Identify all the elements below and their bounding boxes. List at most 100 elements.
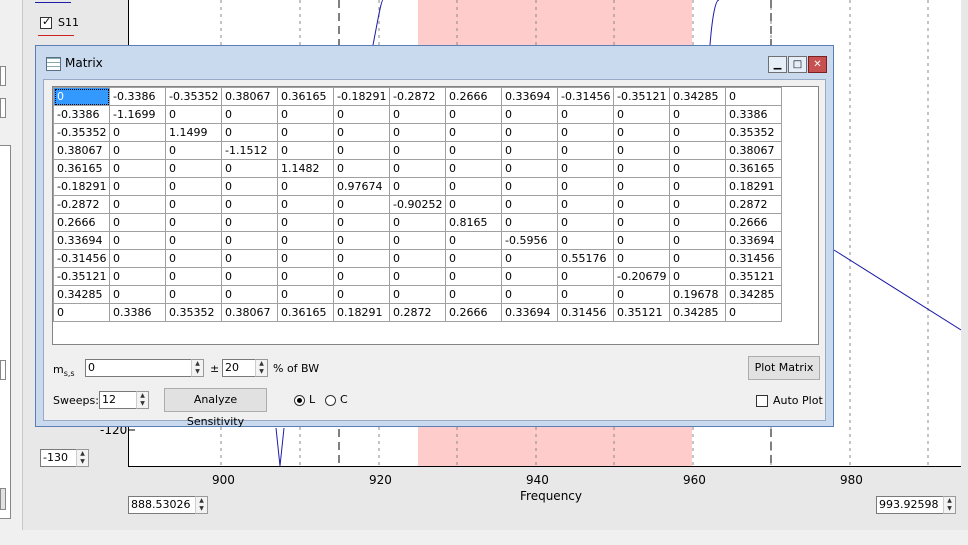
matrix-cell[interactable]: 0.35352 [725, 123, 782, 142]
matrix-grid[interactable]: 0 -0.3386 -0.35352 0.38067 0.36165 -0.18291 -0… [52, 86, 819, 345]
matrix-cell[interactable]: 0 [725, 87, 782, 106]
matrix-cell[interactable]: 0 [557, 141, 614, 160]
matrix-cell[interactable]: 0 [165, 105, 222, 124]
matrix-cell[interactable]: 0.34285 [53, 285, 110, 304]
ms-input[interactable]: 0 [85, 359, 192, 377]
matrix-cell[interactable]: 0 [669, 105, 726, 124]
matrix-cell[interactable]: 0 [165, 177, 222, 196]
plot-matrix-button[interactable]: Plot Matrix [748, 356, 820, 380]
matrix-cell[interactable]: 0 [445, 267, 502, 286]
matrix-cell[interactable]: 0 [445, 159, 502, 178]
y-min-input[interactable]: -130 [40, 449, 77, 467]
matrix-cell[interactable]: 0 [165, 213, 222, 232]
auto-plot-checkbox[interactable] [756, 395, 768, 407]
matrix-cell[interactable]: 0 [725, 303, 782, 322]
matrix-cell[interactable]: 0 [669, 267, 726, 286]
matrix-cell[interactable]: 0 [221, 177, 278, 196]
matrix-cell[interactable]: 0 [501, 267, 558, 286]
matrix-cell[interactable]: 0 [53, 87, 110, 106]
matrix-cell[interactable]: 0.35352 [165, 303, 222, 322]
matrix-cell[interactable]: 0 [277, 177, 334, 196]
matrix-cell[interactable]: 0.18291 [333, 303, 390, 322]
ms-spinner[interactable]: ▲ ▼ [191, 359, 204, 377]
matrix-cell[interactable]: 0 [613, 123, 670, 142]
matrix-cell[interactable]: 0 [277, 231, 334, 250]
matrix-cell[interactable]: 0.38067 [725, 141, 782, 160]
matrix-cell[interactable]: 0.33694 [53, 231, 110, 250]
spin-up-icon[interactable]: ▲ [77, 450, 88, 458]
matrix-cell[interactable]: 0 [501, 177, 558, 196]
matrix-cell[interactable]: 0 [165, 267, 222, 286]
matrix-cell[interactable]: 0 [221, 249, 278, 268]
matrix-cell[interactable]: 0 [389, 159, 446, 178]
matrix-cell[interactable]: 0 [109, 123, 166, 142]
matrix-table[interactable]: 0 -0.3386 -0.35352 0.38067 0.36165 -0.18291 -0… [53, 87, 782, 322]
matrix-cell[interactable]: -0.31456 [53, 249, 110, 268]
analyze-sensitivity-button[interactable]: Analyze Sensitivity [164, 388, 267, 428]
matrix-cell[interactable]: -0.3386 [109, 87, 166, 106]
matrix-cell[interactable]: 0 [389, 177, 446, 196]
radio-l[interactable] [294, 395, 305, 406]
matrix-cell[interactable]: 0 [557, 195, 614, 214]
matrix-cell[interactable]: -1.1512 [221, 141, 278, 160]
matrix-cell[interactable]: 0.55176 [557, 249, 614, 268]
matrix-cell[interactable]: 0 [669, 123, 726, 142]
matrix-cell[interactable]: 0 [277, 213, 334, 232]
spin-down-icon[interactable]: ▼ [196, 505, 207, 513]
matrix-cell[interactable]: -0.90252 [389, 195, 446, 214]
minimize-button[interactable]: ▁ [768, 56, 787, 73]
maximize-button[interactable]: □ [788, 56, 807, 73]
matrix-cell[interactable]: 0.31456 [725, 249, 782, 268]
matrix-cell[interactable]: 0.2666 [53, 213, 110, 232]
matrix-cell[interactable]: 0.38067 [53, 141, 110, 160]
matrix-cell[interactable]: 0 [613, 213, 670, 232]
matrix-cell[interactable]: 0 [389, 285, 446, 304]
matrix-cell[interactable]: 0 [613, 177, 670, 196]
close-button[interactable]: ✕ [808, 56, 827, 73]
matrix-cell[interactable]: 0 [333, 159, 390, 178]
s11-checkbox[interactable]: ✓ [40, 15, 52, 29]
matrix-cell[interactable]: 0 [221, 267, 278, 286]
matrix-cell[interactable]: 0 [109, 141, 166, 160]
matrix-cell[interactable]: 0 [333, 105, 390, 124]
matrix-cell[interactable]: 0 [109, 159, 166, 178]
matrix-cell[interactable]: 0 [221, 159, 278, 178]
matrix-cell[interactable]: 0 [445, 105, 502, 124]
matrix-cell[interactable]: 0 [109, 177, 166, 196]
matrix-cell[interactable]: 0.34285 [669, 303, 726, 322]
matrix-cell[interactable]: 0.18291 [725, 177, 782, 196]
matrix-cell[interactable]: -0.35352 [53, 123, 110, 142]
matrix-cell[interactable]: -0.35121 [613, 87, 670, 106]
matrix-cell[interactable]: 0.2666 [445, 303, 502, 322]
matrix-cell[interactable]: 1.1482 [277, 159, 334, 178]
matrix-cell[interactable]: 0 [613, 285, 670, 304]
matrix-cell[interactable]: 0 [389, 123, 446, 142]
matrix-cell[interactable]: 0 [165, 231, 222, 250]
matrix-cell[interactable]: 0 [557, 213, 614, 232]
matrix-cell[interactable]: 0 [445, 123, 502, 142]
matrix-cell[interactable]: 0.2872 [389, 303, 446, 322]
matrix-cell[interactable]: 0 [109, 285, 166, 304]
matrix-cell[interactable]: -0.5956 [501, 231, 558, 250]
radio-c[interactable] [325, 395, 336, 406]
matrix-cell[interactable]: 0 [445, 177, 502, 196]
matrix-cell[interactable]: 0.36165 [53, 159, 110, 178]
matrix-cell[interactable]: 0 [501, 195, 558, 214]
matrix-cell[interactable]: 0 [669, 231, 726, 250]
matrix-cell[interactable]: 0 [277, 105, 334, 124]
matrix-cell[interactable]: 0 [165, 285, 222, 304]
matrix-cell[interactable]: -0.2872 [389, 87, 446, 106]
matrix-cell[interactable]: 0 [613, 249, 670, 268]
spin-up-icon[interactable]: ▲ [137, 392, 148, 400]
matrix-cell[interactable]: 0.35121 [725, 267, 782, 286]
matrix-cell[interactable]: 0 [445, 195, 502, 214]
sweeps-input[interactable]: 12 [99, 391, 137, 409]
matrix-cell[interactable]: 0.34285 [725, 285, 782, 304]
matrix-cell[interactable]: 0 [165, 159, 222, 178]
spin-down-icon[interactable]: ▼ [192, 368, 203, 376]
matrix-cell[interactable]: 0.2666 [445, 87, 502, 106]
matrix-cell[interactable]: -0.20679 [613, 267, 670, 286]
matrix-cell[interactable]: 0 [109, 195, 166, 214]
matrix-cell[interactable]: 0 [277, 195, 334, 214]
spin-down-icon[interactable]: ▼ [77, 458, 88, 466]
